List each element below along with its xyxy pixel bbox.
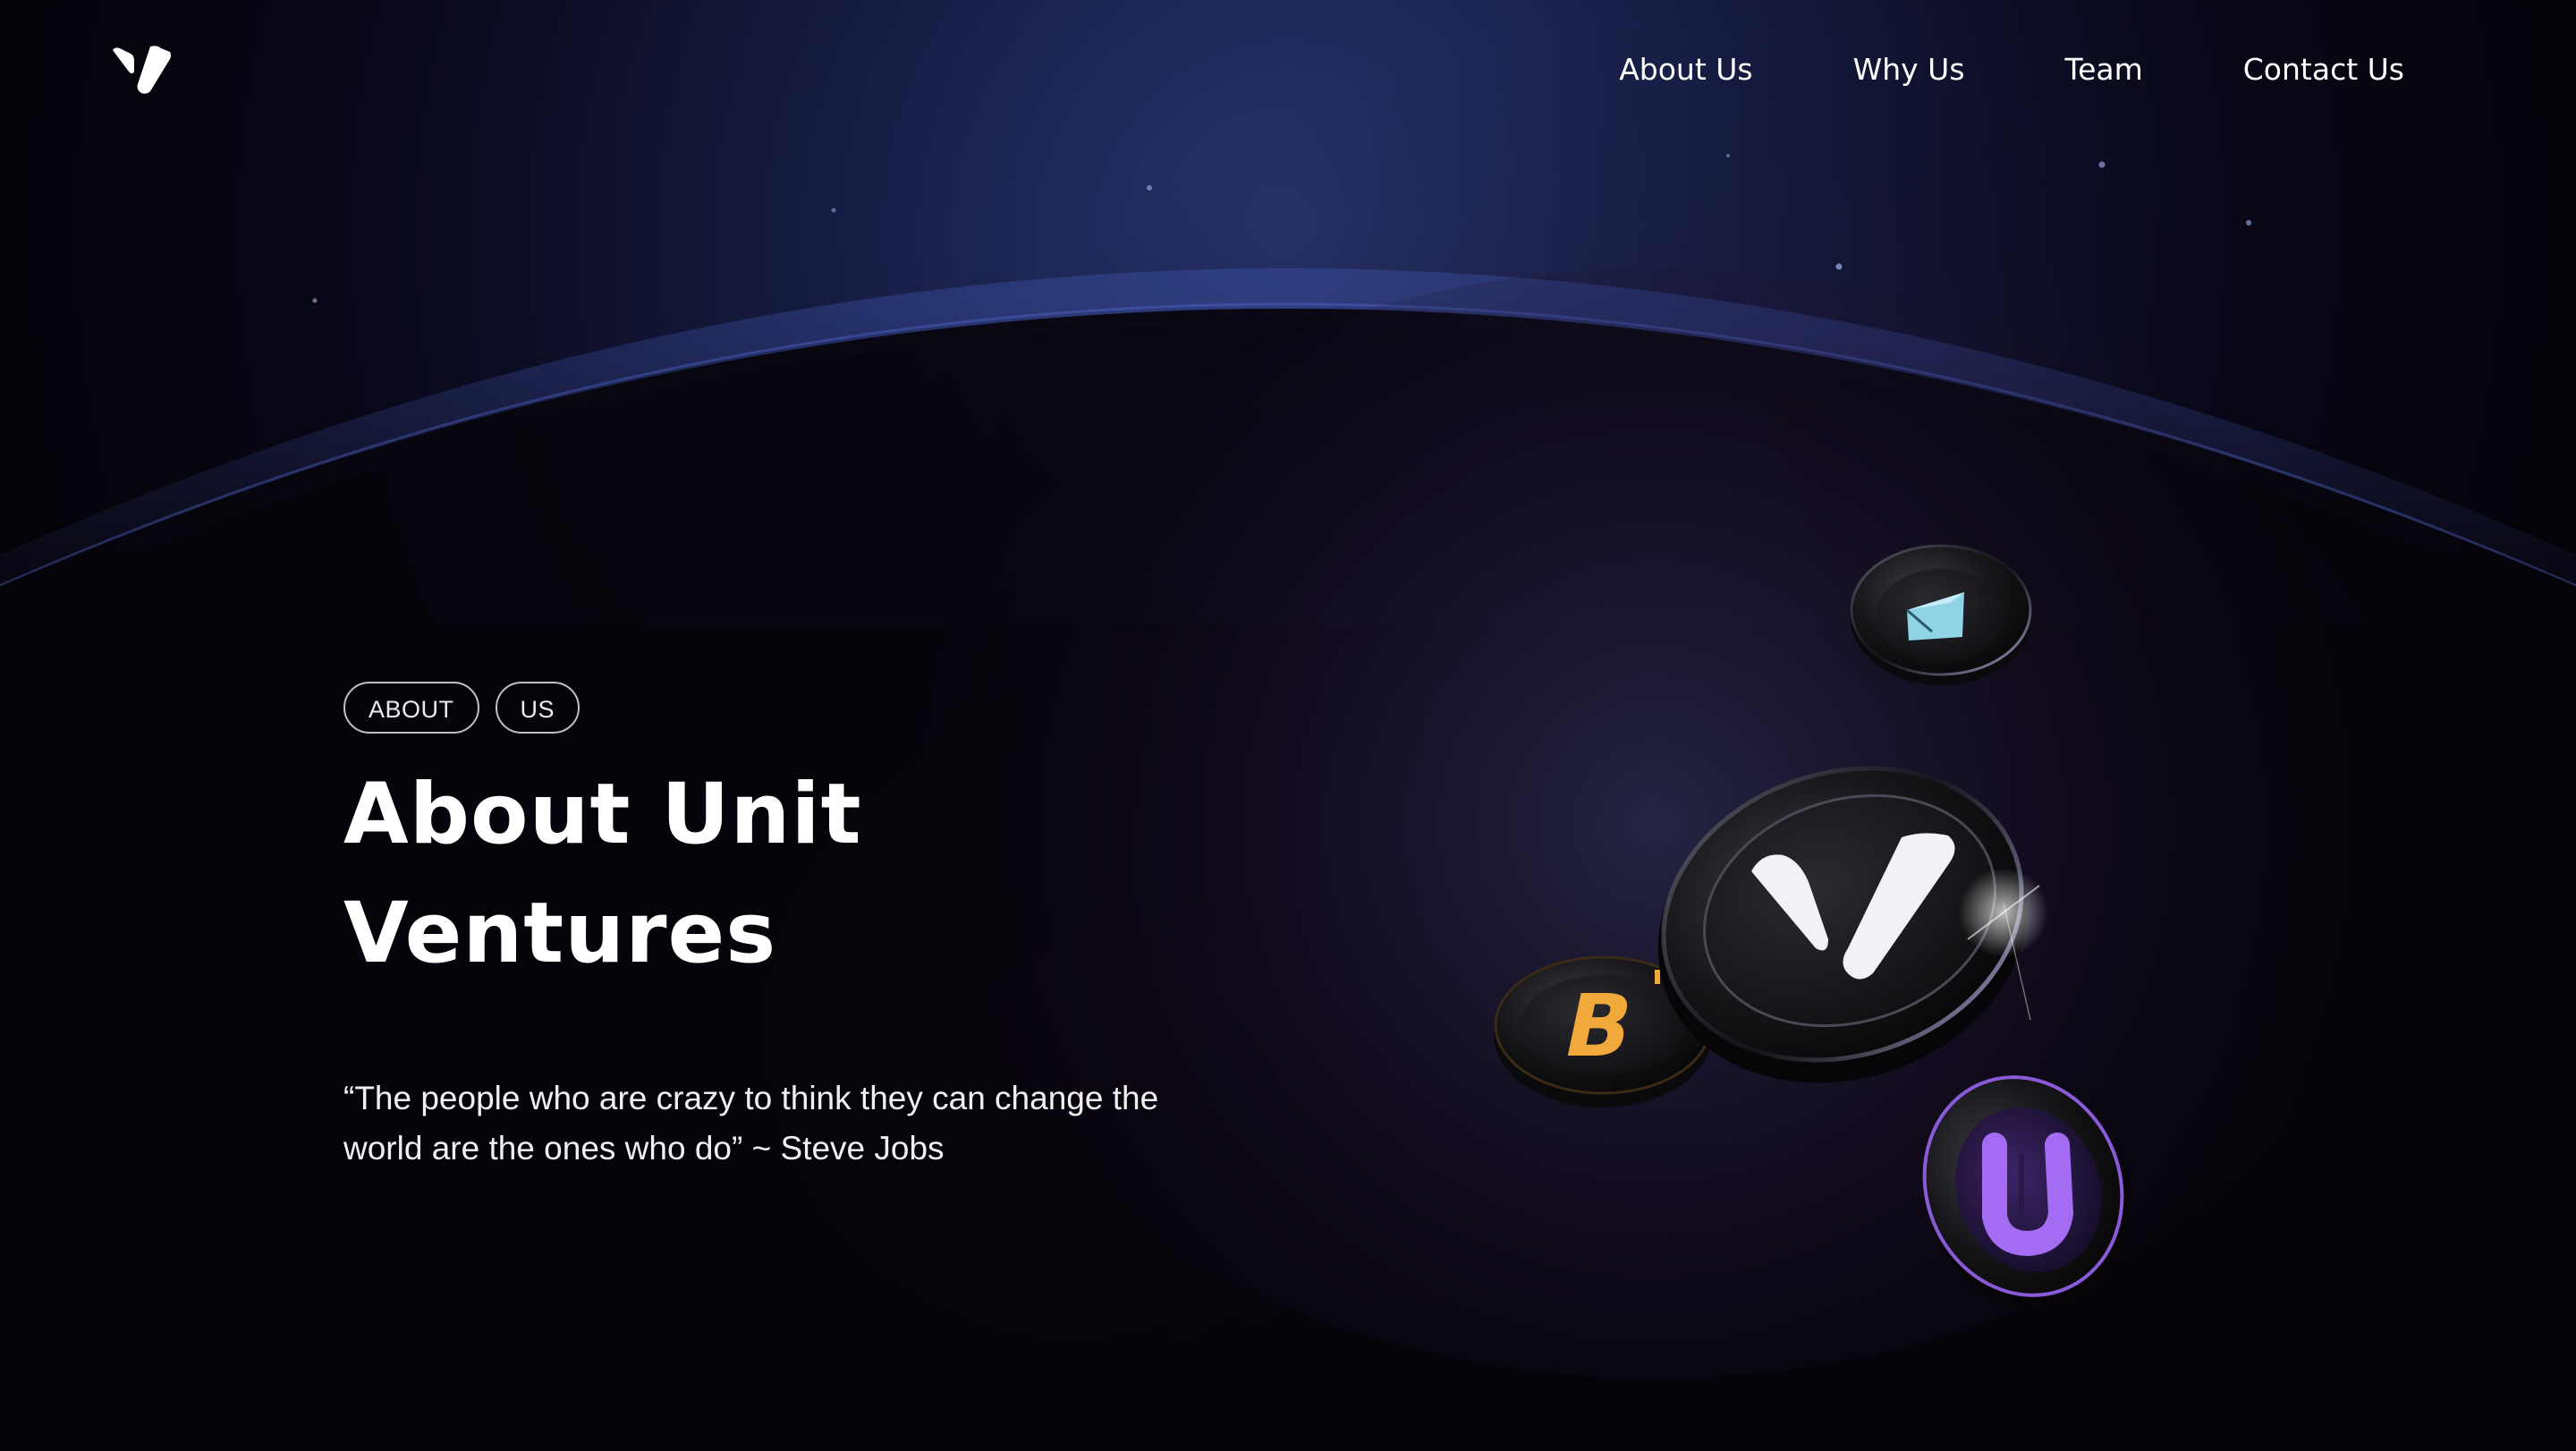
ethereum-box-coin [1850,544,2032,685]
page-title: About Unit Ventures [343,766,862,982]
nav-link-team[interactable]: Team [2065,50,2143,89]
u-coin [1922,1075,2131,1310]
tag-about: ABOUT [343,682,479,734]
top-navigation: About Us Why Us Team Contact Us [0,0,2576,143]
unit-ventures-logo-icon[interactable] [111,45,174,95]
tag-us: US [495,682,580,734]
nav-links: About Us Why Us Team Contact Us [1619,50,2404,89]
coins-illustration: B [1494,544,2131,1310]
hero-section: ABOUT US About Unit Ventures “The people… [343,682,1238,1207]
nav-link-why-us[interactable]: Why Us [1853,50,1965,89]
nav-link-about-us[interactable]: About Us [1619,50,1752,89]
hero-quote: “The people who are crazy to think they … [343,1080,1159,1167]
nav-link-contact-us[interactable]: Contact Us [2243,50,2404,89]
page: About Us Why Us Team Contact Us ABOUT US… [0,0,2576,1451]
tag-list: ABOUT US [343,682,1238,734]
